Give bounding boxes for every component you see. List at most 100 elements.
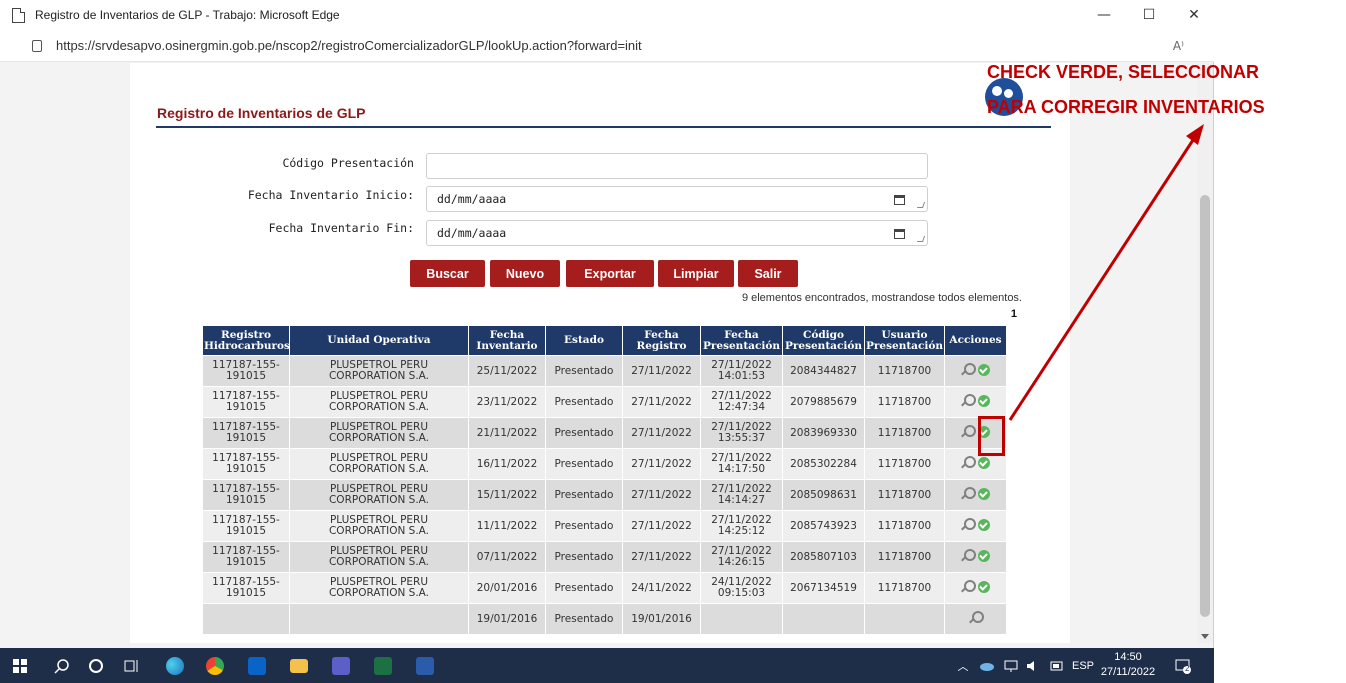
correct-inventory-check-icon[interactable] [978, 487, 990, 500]
teams-taskbar-app[interactable] [326, 648, 356, 683]
view-detail-icon[interactable] [961, 394, 976, 407]
battery-tray[interactable] [1046, 648, 1068, 683]
outlook-taskbar-app[interactable] [242, 648, 272, 683]
title-bar: Registro de Inventarios de GLP - Trabajo… [0, 0, 1214, 30]
cortana-button[interactable] [82, 648, 110, 683]
notification-count: 2 [1185, 664, 1190, 673]
buscar-button[interactable]: Buscar [410, 260, 485, 287]
view-detail-icon[interactable] [961, 549, 976, 562]
excel-taskbar-app[interactable] [368, 648, 398, 683]
cell-fecha-presentacion: 27/11/2022 14:26:15 [700, 541, 783, 573]
correct-inventory-check-icon[interactable] [978, 456, 990, 469]
pagination-page[interactable]: 1 [1011, 308, 1017, 320]
table-row: 19/01/2016 Presentado 19/01/2016 [202, 603, 1007, 635]
header-codigo[interactable]: Código Presentación [782, 325, 865, 356]
calendar-icon[interactable] [894, 195, 905, 205]
cell-codigo: 2085807103 [782, 541, 865, 573]
network-icon [1004, 660, 1018, 672]
correct-inventory-check-icon[interactable] [978, 394, 990, 407]
network-tray[interactable] [1000, 648, 1022, 683]
battery-icon [1050, 661, 1063, 670]
scroll-down-icon[interactable] [1201, 634, 1209, 639]
nuevo-button[interactable]: Nuevo [490, 260, 560, 287]
task-view-button[interactable] [118, 648, 146, 683]
edge-taskbar-app[interactable] [160, 648, 190, 683]
fecha-inicio-label: Fecha Inventario Inicio: [247, 188, 414, 202]
codigo-input[interactable] [426, 153, 928, 179]
page-viewport: Registro de Inventarios de GLP Código Pr… [12, 63, 1197, 643]
fecha-fin-input[interactable]: dd/mm/aaaa [426, 220, 928, 246]
correct-inventory-check-icon[interactable] [978, 580, 990, 593]
salir-button[interactable]: Salir [738, 260, 798, 287]
show-hidden-icons[interactable]: ︿ [952, 648, 974, 683]
view-detail-icon[interactable] [961, 425, 976, 438]
fecha-fin-value: dd/mm/aaaa [437, 226, 507, 240]
notification-center[interactable]: 2 [1168, 648, 1198, 683]
cell-fecha-presentacion: 27/11/2022 14:25:12 [700, 510, 783, 542]
cell-codigo: 2084344827 [782, 355, 865, 387]
close-button[interactable]: ✕ [1174, 0, 1214, 30]
correct-inventory-check-icon[interactable] [978, 549, 990, 562]
chrome-taskbar-app[interactable] [200, 648, 230, 683]
cell-codigo: 2085743923 [782, 510, 865, 542]
minimize-button[interactable]: — [1084, 0, 1124, 30]
table-row: 117187-155-191015 PLUSPETROL PERU CORPORA… [202, 510, 1007, 542]
start-button[interactable] [6, 648, 34, 683]
cell-estado: Presentado [545, 510, 623, 542]
cell-fecha-registro: 27/11/2022 [622, 417, 701, 449]
explorer-taskbar-app[interactable] [284, 648, 314, 683]
word-taskbar-app[interactable] [410, 648, 440, 683]
cell-fecha-registro: 27/11/2022 [622, 479, 701, 511]
header-fecha-registro[interactable]: Fecha Registro [622, 325, 701, 356]
cell-fecha-inventario: 21/11/2022 [468, 417, 546, 449]
fecha-inicio-value: dd/mm/aaaa [437, 192, 507, 206]
annotation-highlight-box [978, 416, 1005, 456]
onedrive-tray[interactable] [976, 648, 998, 683]
cell-fecha-presentacion: 27/11/2022 12:47:34 [700, 386, 783, 418]
annotation-line-1: CHECK VERDE, SELECCIONAR [987, 62, 1260, 82]
address-bar[interactable]: https://srvdesapvo.osinergmin.gob.pe/nsc… [0, 30, 1214, 62]
view-detail-icon[interactable] [961, 456, 976, 469]
header-fecha-presentacion[interactable]: Fecha Presentación [700, 325, 783, 356]
view-detail-icon[interactable] [961, 487, 976, 500]
cell-codigo: 2083969330 [782, 417, 865, 449]
view-detail-icon[interactable] [969, 611, 984, 624]
cell-codigo: 2067134519 [782, 572, 865, 604]
url-text[interactable]: https://srvdesapvo.osinergmin.gob.pe/nsc… [56, 38, 642, 53]
cell-usuario: 11718700 [864, 355, 945, 387]
header-usuario[interactable]: Usuario Presentación [864, 325, 945, 356]
volume-tray[interactable] [1022, 648, 1044, 683]
window-title: Registro de Inventarios de GLP - Trabajo… [35, 8, 340, 22]
cell-acciones [944, 603, 1007, 635]
calendar-icon[interactable] [894, 229, 905, 239]
language-tray[interactable]: ESP [1068, 648, 1098, 683]
header-estado[interactable]: Estado [545, 325, 623, 356]
view-detail-icon[interactable] [961, 580, 976, 593]
search-button[interactable] [48, 648, 76, 683]
maximize-button[interactable]: ☐ [1129, 0, 1169, 30]
header-registro[interactable]: Registro Hidrocarburos [202, 325, 290, 356]
cell-registro: 117187-155-191015 [202, 386, 290, 418]
header-unidad[interactable]: Unidad Operativa [289, 325, 469, 356]
view-detail-icon[interactable] [961, 363, 976, 376]
exportar-button[interactable]: Exportar [566, 260, 654, 287]
cell-fecha-inventario: 19/01/2016 [468, 603, 546, 635]
vertical-scrollbar[interactable] [1197, 63, 1213, 643]
system-clock[interactable]: 14:50 27/11/2022 [1100, 650, 1156, 680]
header-fecha-inventario[interactable]: Fecha Inventario [468, 325, 546, 356]
cell-estado: Presentado [545, 417, 623, 449]
row-actions [961, 549, 990, 562]
clock-time: 14:50 [1114, 651, 1142, 663]
windows-icon [13, 658, 27, 673]
cell-registro: 117187-155-191015 [202, 448, 290, 480]
correct-inventory-check-icon[interactable] [978, 518, 990, 531]
fecha-inicio-input[interactable]: dd/mm/aaaa [426, 186, 928, 212]
limpiar-button[interactable]: Limpiar [658, 260, 734, 287]
correct-inventory-check-icon[interactable] [978, 363, 990, 376]
table-row: 117187-155-191015 PLUSPETROL PERU CORPORA… [202, 572, 1007, 604]
site-info-icon[interactable] [32, 39, 42, 52]
view-detail-icon[interactable] [961, 518, 976, 531]
read-aloud-icon[interactable]: A⁾ [1173, 39, 1184, 53]
scrollbar-thumb[interactable] [1200, 195, 1210, 617]
cell-unidad: PLUSPETROL PERU CORPORATION S.A. [289, 448, 469, 480]
